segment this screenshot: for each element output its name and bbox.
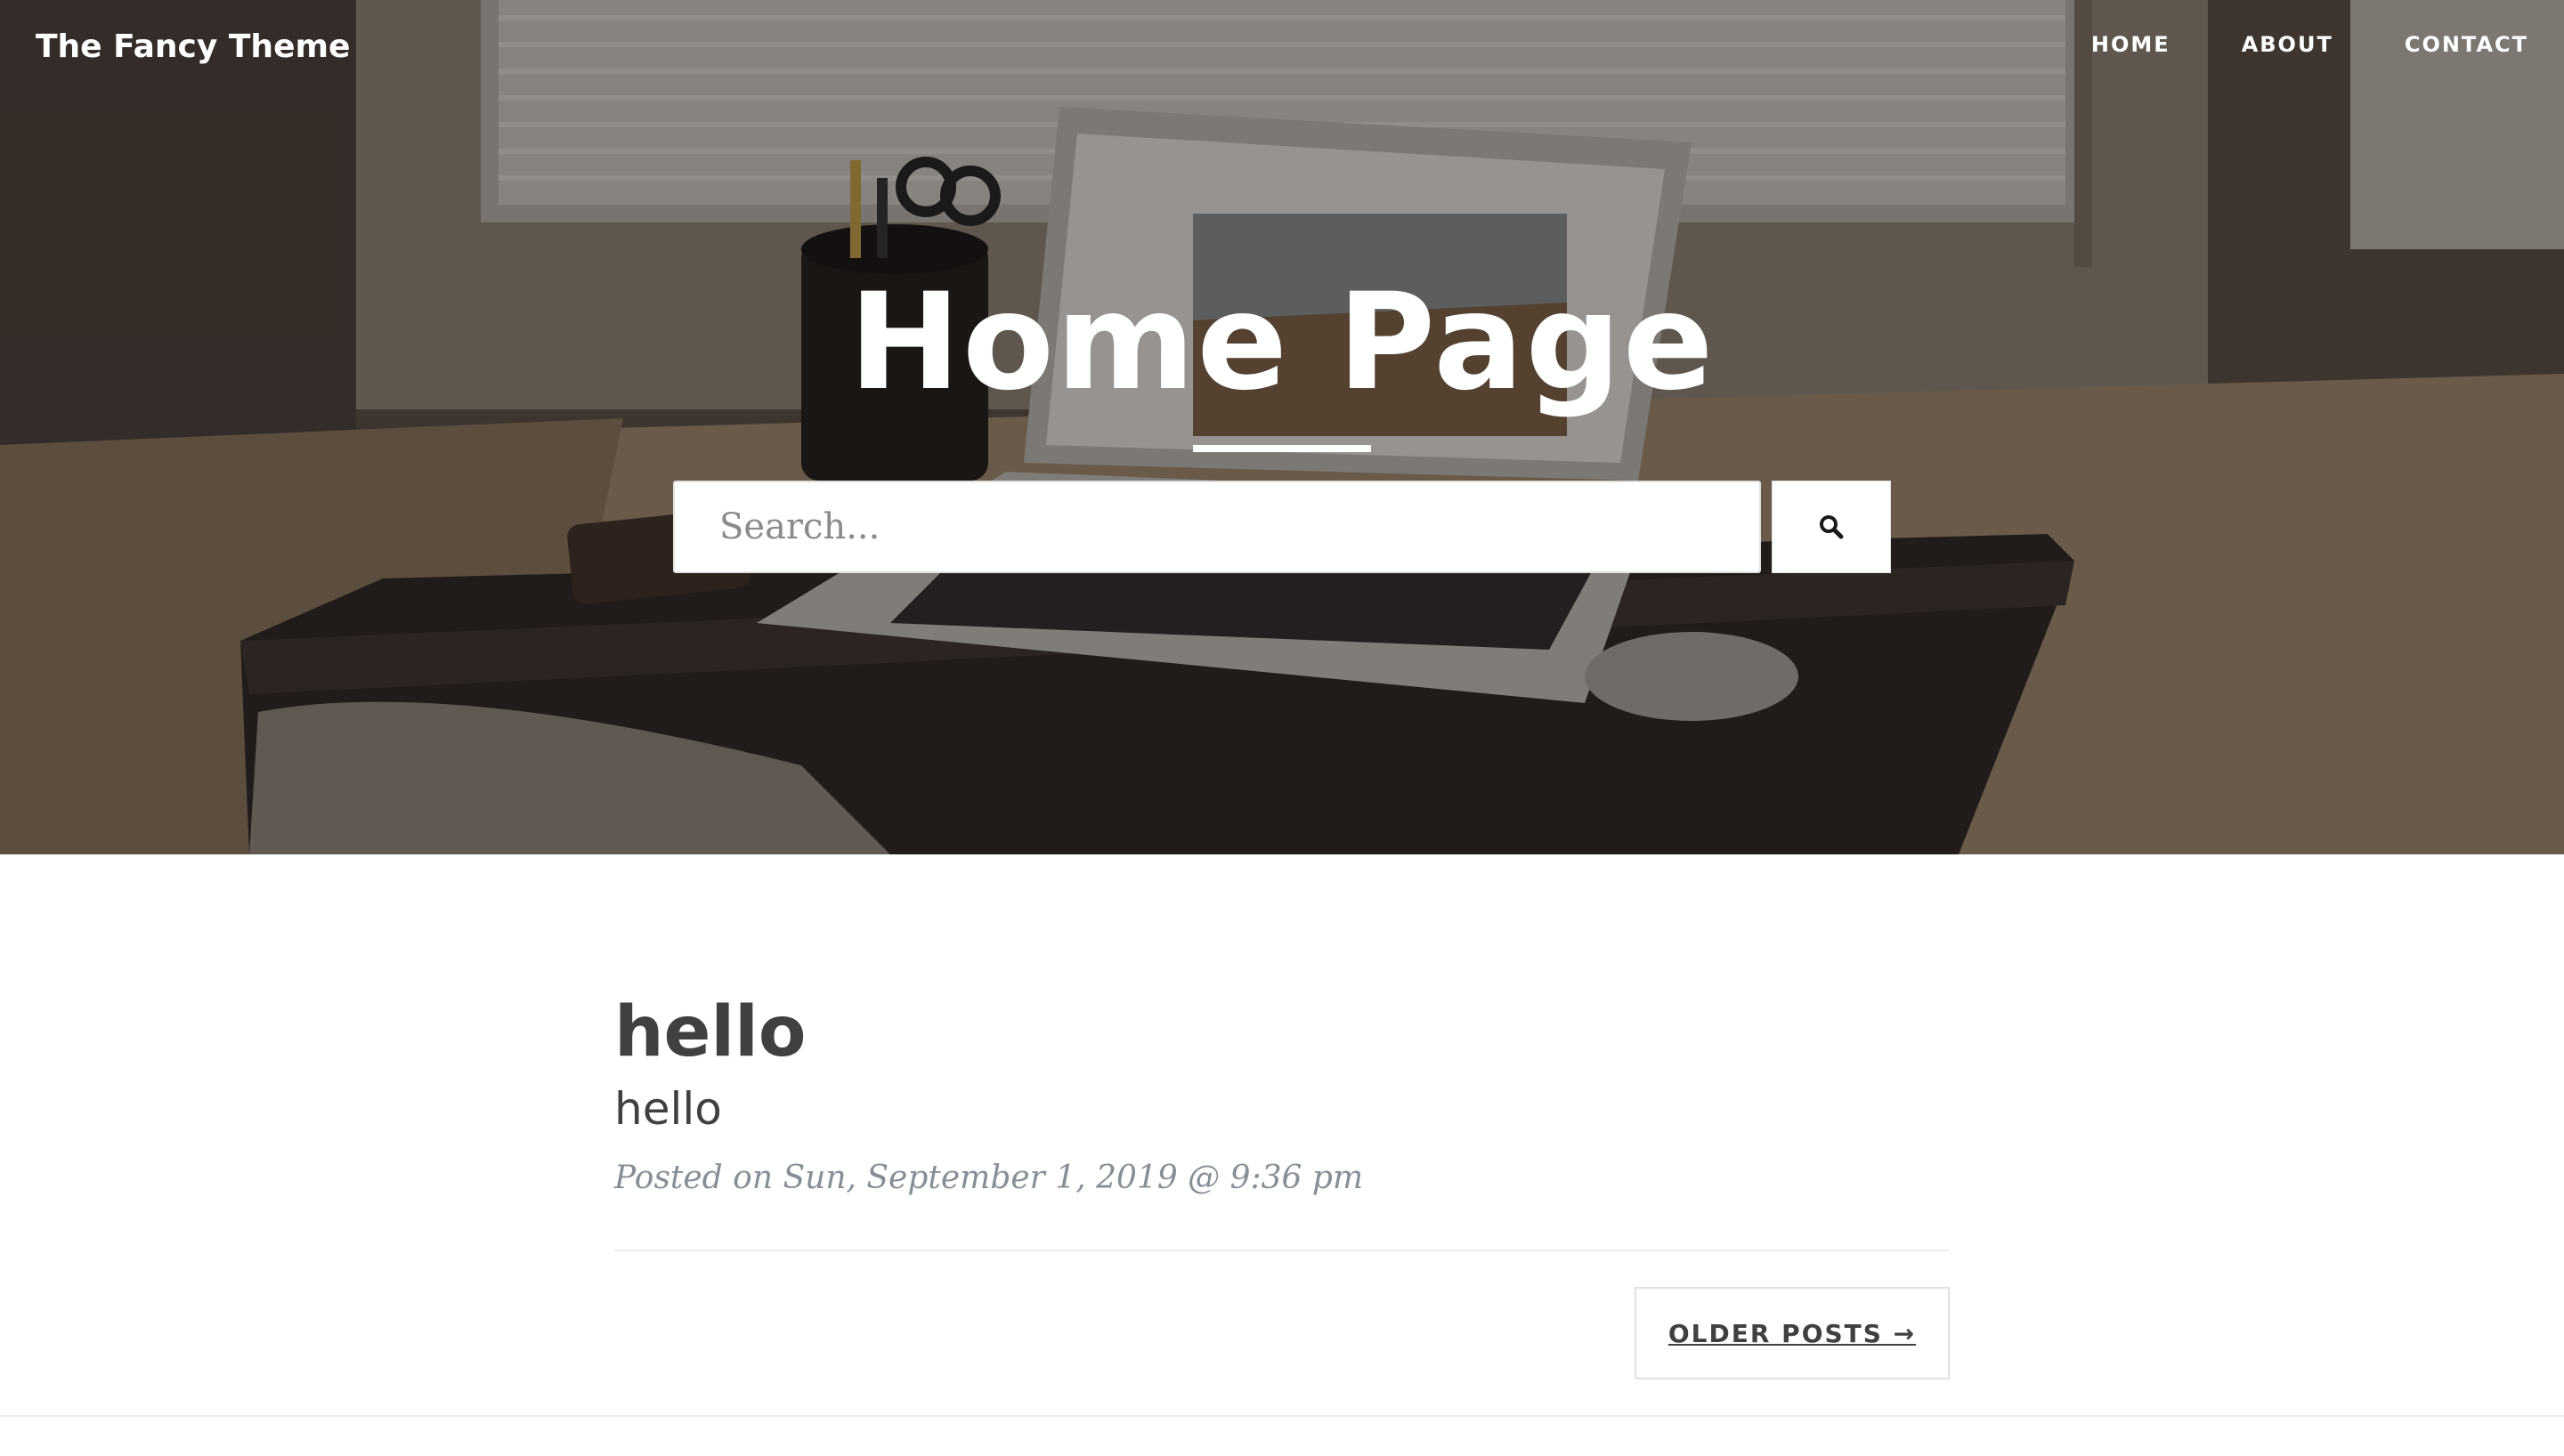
- post-divider: [614, 1250, 1950, 1251]
- site-brand-link[interactable]: The Fancy Theme: [36, 28, 350, 65]
- post-meta: Posted on Sun, September 1, 2019 @ 9:36 …: [614, 1160, 1364, 1196]
- title-underline: [1193, 445, 1371, 452]
- main-nav: HOME ABOUT CONTACT: [2091, 32, 2528, 57]
- page-title: Home Page: [848, 265, 1716, 420]
- post-link[interactable]: hello hello: [614, 988, 1950, 1141]
- post-title: hello: [614, 992, 807, 1072]
- search-form: [673, 481, 1891, 573]
- footer-divider: [0, 1415, 2564, 1417]
- nav-item-contact[interactable]: CONTACT: [2405, 32, 2528, 57]
- search-button[interactable]: [1772, 481, 1891, 573]
- search-icon: [1818, 514, 1845, 540]
- search-input[interactable]: [673, 481, 1761, 573]
- older-posts-button[interactable]: OLDER POSTS →: [1635, 1287, 1950, 1379]
- nav-item-home[interactable]: HOME: [2091, 32, 2170, 57]
- hero-overlay: [0, 0, 2564, 854]
- nav-item-about[interactable]: ABOUT: [2242, 32, 2333, 57]
- post-preview: hello hello Posted on Sun, September 1, …: [614, 988, 1950, 1237]
- post-subtitle: hello: [614, 1083, 722, 1135]
- hero-header: The Fancy Theme HOME ABOUT CONTACT Home …: [0, 0, 2564, 854]
